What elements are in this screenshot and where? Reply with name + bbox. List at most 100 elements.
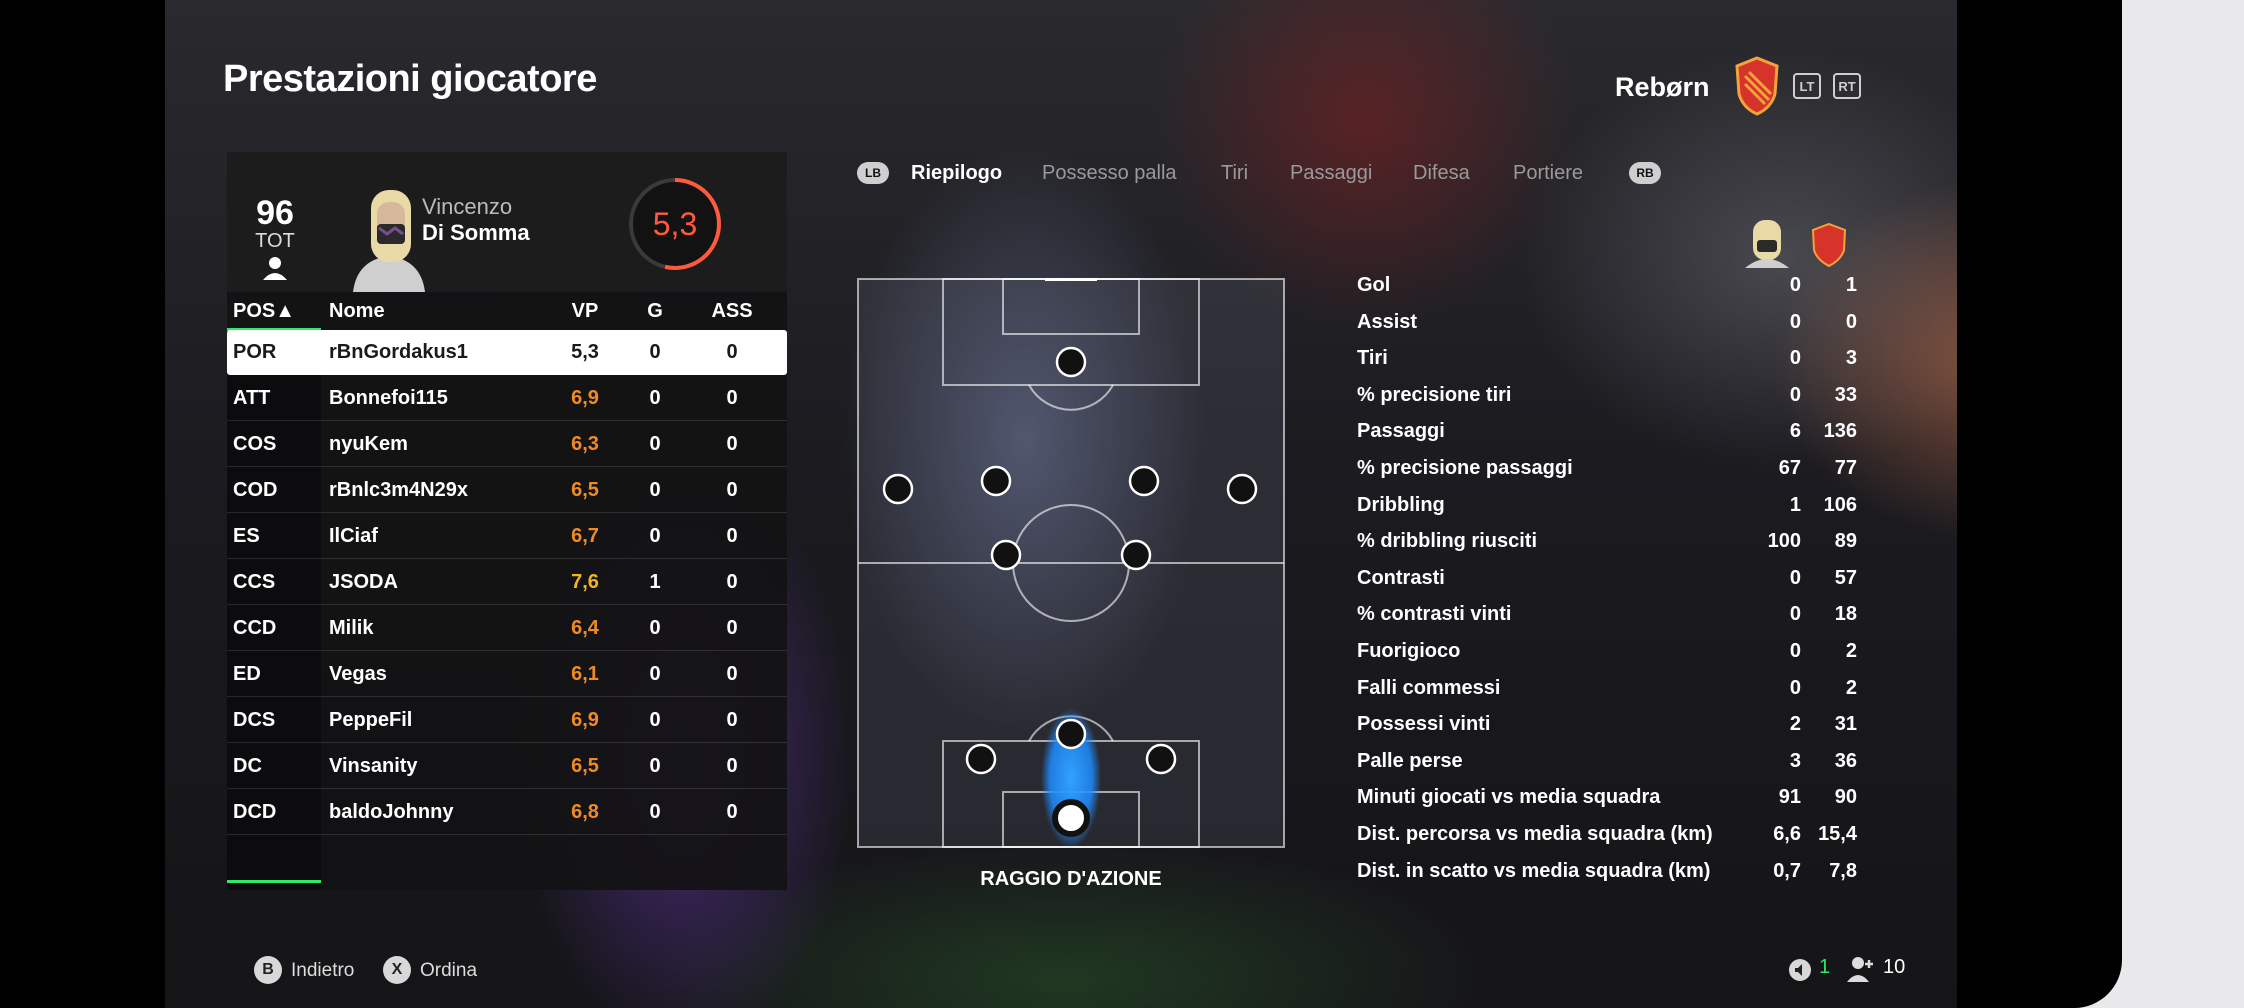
player-vp: 6,5 xyxy=(571,479,599,501)
tab-passaggi[interactable]: Passaggi xyxy=(1290,162,1372,185)
stat-row: Dribbling 1 106 xyxy=(1357,494,1857,530)
player-vp: 6,9 xyxy=(571,709,599,731)
stat-player-value: 91 xyxy=(1778,786,1801,809)
player-summary-header: 96 TOT Vincenzo Di Somma 5,3 xyxy=(227,152,787,292)
tab-riepilogo[interactable]: Riepilogo xyxy=(911,162,1002,185)
player-assists: 0 xyxy=(726,341,738,363)
lb-button[interactable]: LB xyxy=(857,162,889,184)
stat-row: Gol 0 1 xyxy=(1357,274,1857,310)
teammate-dot xyxy=(965,743,997,775)
roster-row[interactable]: ED Vegas 6,1 0 0 xyxy=(227,652,787,697)
player-goals: 0 xyxy=(649,663,661,685)
stat-team-value: 77 xyxy=(1834,457,1857,479)
col-head-pos[interactable]: POS▲ xyxy=(233,300,295,323)
player-assists: 0 xyxy=(726,663,738,685)
tab-tiri[interactable]: Tiri xyxy=(1221,162,1248,185)
stat-row: Minuti giocati vs media squadra 91 90 xyxy=(1357,786,1857,822)
player-position: COD xyxy=(233,479,278,501)
stat-team-value: 1 xyxy=(1845,274,1857,296)
teammate-dot xyxy=(1226,473,1258,505)
tab-difesa[interactable]: Difesa xyxy=(1413,162,1470,185)
stat-row: Passaggi 6 136 xyxy=(1357,420,1857,456)
stat-row: Falli commessi 0 2 xyxy=(1357,677,1857,713)
player-position: DCS xyxy=(233,709,276,731)
stat-player-value: 0 xyxy=(1789,566,1801,589)
teammate-dot xyxy=(1055,718,1087,750)
roster-row[interactable]: CCS JSODA 7,6 1 0 xyxy=(227,560,787,605)
player-assists: 0 xyxy=(726,801,738,823)
overall-label: TOT xyxy=(255,230,295,252)
stat-label: Contrasti xyxy=(1357,566,1445,589)
rb-button[interactable]: RB xyxy=(1629,162,1661,184)
roster-row[interactable]: DC Vinsanity 6,5 0 0 xyxy=(227,744,787,789)
player-assists: 0 xyxy=(726,479,738,501)
player-goals: 0 xyxy=(649,387,661,409)
back-label[interactable]: Indietro xyxy=(291,960,354,982)
rt-button[interactable]: RT xyxy=(1833,73,1861,99)
stat-player-value: 67 xyxy=(1778,457,1801,479)
team-name: Rebørn xyxy=(1615,72,1710,102)
player-position: ATT xyxy=(233,387,271,409)
player-name: Milik xyxy=(329,617,374,639)
player-vp: 5,3 xyxy=(571,341,599,363)
col-head-vp[interactable]: VP xyxy=(557,300,613,323)
stat-label: Passaggi xyxy=(1357,420,1445,443)
player-goals: 0 xyxy=(649,525,661,547)
lt-button[interactable]: LT xyxy=(1793,73,1821,99)
stat-team-value: 31 xyxy=(1834,713,1857,736)
player-vp: 6,3 xyxy=(571,433,599,455)
stat-row: Assist 0 0 xyxy=(1357,311,1857,347)
sort-label[interactable]: Ordina xyxy=(420,960,477,982)
roster-row[interactable]: ES IlCiaf 6,7 0 0 xyxy=(227,514,787,559)
roster-row[interactable]: COS nyuKem 6,3 0 0 xyxy=(227,422,787,467)
player-position: ES xyxy=(233,525,260,547)
player-goals: 0 xyxy=(649,617,661,639)
stat-row: % contrasti vinti 0 18 xyxy=(1357,603,1857,639)
teammate-dot xyxy=(990,539,1022,571)
scroll-indicator xyxy=(227,880,321,883)
player-vp: 6,9 xyxy=(571,387,599,409)
player-position: DCD xyxy=(233,801,277,823)
player-name: Vegas xyxy=(329,663,387,685)
stat-team-value: 2 xyxy=(1845,640,1857,662)
col-head-g[interactable]: G xyxy=(637,300,673,323)
stat-label: Minuti giocati vs media squadra xyxy=(1357,786,1661,809)
tab-portiere[interactable]: Portiere xyxy=(1513,162,1583,185)
speaker-icon xyxy=(1789,959,1811,981)
stat-player-value: 100 xyxy=(1767,530,1801,553)
roster-row[interactable]: ATT Bonnefoi115 6,9 0 0 xyxy=(227,376,787,421)
teammate-dot xyxy=(1055,346,1087,378)
stat-team-value: 36 xyxy=(1834,749,1857,772)
player-vp: 6,8 xyxy=(571,801,599,823)
roster-row[interactable]: CCD Milik 6,4 0 0 xyxy=(227,606,787,651)
stat-row: % precisione tiri 0 33 xyxy=(1357,384,1857,420)
teammate-dot xyxy=(1145,743,1177,775)
stat-label: Fuorigioco xyxy=(1357,640,1461,662)
teammate-dot xyxy=(882,473,914,505)
stat-row: Fuorigioco 0 2 xyxy=(1357,640,1857,676)
stats-column-icons xyxy=(1745,220,1847,268)
player-assists: 0 xyxy=(726,571,738,593)
roster-row[interactable]: COD rBnlc3m4N29x 6,5 0 0 xyxy=(227,468,787,513)
player-vp: 6,5 xyxy=(571,755,599,777)
col-head-name[interactable]: Nome xyxy=(329,300,385,323)
roster-row[interactable]: POR rBnGordakus1 5,3 0 0 xyxy=(227,330,787,375)
stat-label: Tiri xyxy=(1357,347,1388,370)
teammate-dot xyxy=(1128,465,1160,497)
stat-row: Contrasti 0 57 xyxy=(1357,567,1857,603)
x-button-icon[interactable]: X xyxy=(383,956,411,984)
page-title: Prestazioni giocatore xyxy=(223,58,597,100)
stat-team-value: 89 xyxy=(1834,530,1857,553)
tab-possesso-palla[interactable]: Possesso palla xyxy=(1042,162,1177,185)
roster-row[interactable]: DCS PeppeFil 6,9 0 0 xyxy=(227,698,787,743)
player-vp: 6,7 xyxy=(571,525,599,547)
stat-row: % precisione passaggi 67 77 xyxy=(1357,457,1857,493)
player-goals: 0 xyxy=(649,479,661,501)
roster-row[interactable]: DCD baldoJohnny 6,8 0 0 xyxy=(227,790,787,835)
player-goals: 0 xyxy=(649,755,661,777)
b-button-icon[interactable]: B xyxy=(254,956,282,984)
stat-row: Palle perse 3 36 xyxy=(1357,750,1857,786)
stat-label: Dist. percorsa vs media squadra (km) xyxy=(1357,823,1713,845)
stat-team-value: 15,4 xyxy=(1818,823,1857,845)
col-head-ass[interactable]: ASS xyxy=(707,300,757,323)
